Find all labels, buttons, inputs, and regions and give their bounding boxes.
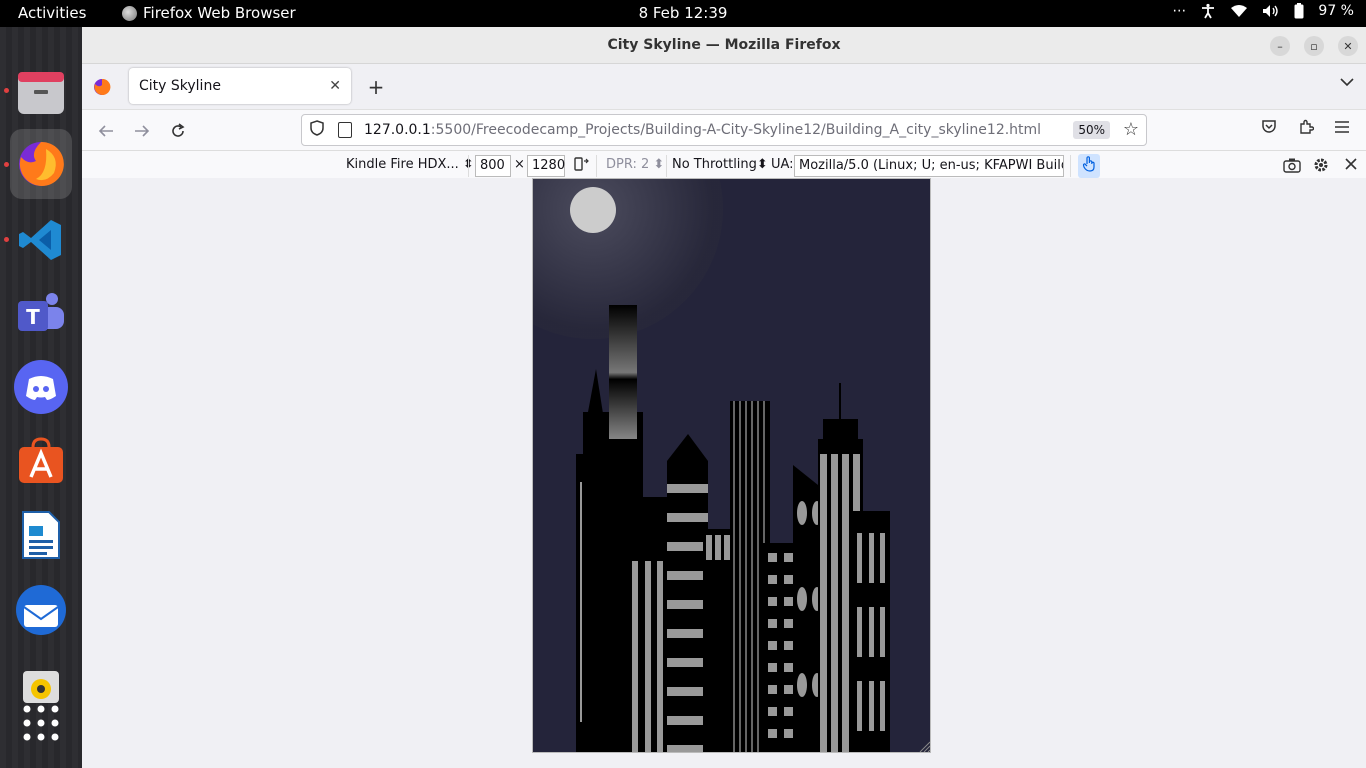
firefox-window: City Skyline — Mozilla Firefox – ▫ ✕ Cit… (82, 27, 1366, 768)
discord-icon[interactable] (13, 359, 69, 415)
tab-bar: City Skyline ✕ + (82, 64, 1366, 110)
throttling-selector[interactable]: No Throttling⬍ (672, 157, 768, 172)
menu-icon[interactable] (1334, 119, 1350, 138)
url-path: :5500/Freecodecamp_Projects/Building-A-C… (430, 122, 1042, 138)
divider (468, 155, 469, 177)
small-building-windows (706, 535, 730, 560)
pocket-icon[interactable] (1261, 119, 1277, 139)
device-label: Kindle Fire HDX... (346, 157, 459, 172)
viewport-width-input[interactable]: 800 (475, 155, 511, 177)
running-indicator (4, 162, 9, 167)
maximize-button[interactable]: ▫ (1304, 36, 1324, 56)
volume-icon[interactable] (1262, 4, 1280, 18)
dock: T (0, 27, 82, 768)
dimension-separator: × (514, 157, 525, 172)
settings-gear-icon[interactable] (1312, 156, 1330, 178)
close-window-button[interactable]: ✕ (1338, 36, 1358, 56)
device-viewport[interactable] (532, 178, 931, 753)
page-info-icon[interactable] (338, 122, 352, 138)
url-bar[interactable]: 127.0.0.1 :5500/Freecodecamp_Projects/Bu… (301, 114, 1147, 146)
show-apps-icon[interactable] (13, 695, 69, 751)
list-all-tabs-button[interactable] (1340, 75, 1354, 91)
wifi-icon[interactable] (1230, 4, 1248, 18)
bookmark-star-icon[interactable]: ☆ (1123, 119, 1139, 140)
dpr-label: DPR: 2 (606, 157, 650, 172)
touch-simulation-icon[interactable] (1078, 154, 1100, 178)
window-title: City Skyline — Mozilla Firefox (607, 37, 841, 53)
tracking-protection-icon[interactable] (310, 120, 326, 140)
new-tab-button[interactable]: + (362, 73, 390, 101)
responsive-design-toolbar: Kindle Fire HDX... ⬍ 800 × 1280 DPR: 2 ⬍… (82, 151, 1366, 181)
top-bar: Activities Firefox Web Browser 8 Feb 12:… (0, 0, 1366, 27)
extensions-icon[interactable] (1298, 119, 1315, 139)
app-center-icon[interactable] (13, 433, 69, 489)
vscode-icon[interactable] (13, 212, 69, 268)
firefox-view-icon[interactable] (93, 78, 111, 100)
device-selector[interactable]: Kindle Fire HDX... ⬍ (346, 157, 474, 172)
antenna (839, 383, 841, 423)
far-right-windows (857, 533, 885, 731)
striped-building-windows (632, 561, 663, 752)
url-host: 127.0.0.1 (364, 122, 431, 138)
tab-city-skyline[interactable]: City Skyline ✕ (129, 68, 351, 104)
nav-bar: 127.0.0.1 :5500/Freecodecamp_Projects/Bu… (82, 110, 1366, 151)
ua-label: UA: (771, 157, 794, 172)
zoom-indicator[interactable]: 50% (1073, 121, 1110, 139)
moon (570, 187, 616, 233)
viewport-height-input[interactable]: 1280 (527, 155, 565, 177)
running-indicator (4, 88, 9, 93)
rotate-viewport-icon[interactable] (573, 156, 589, 176)
divider (666, 155, 667, 177)
minimize-button[interactable]: – (1270, 36, 1290, 56)
svg-text:T: T (26, 305, 40, 329)
close-rdm-icon[interactable] (1343, 156, 1359, 176)
screenshot-icon[interactable] (1283, 157, 1301, 177)
firefox-icon[interactable] (10, 129, 72, 199)
divider (596, 155, 597, 177)
firefox-mini-icon (122, 5, 137, 21)
responsive-viewport-area (82, 178, 1366, 768)
title-bar[interactable]: City Skyline — Mozilla Firefox – ▫ ✕ (82, 27, 1366, 64)
throttling-label: No Throttling (672, 157, 757, 172)
running-indicator (4, 237, 9, 242)
app-menu[interactable]: Firefox Web Browser (122, 4, 296, 22)
system-tray[interactable]: ⋯ 97 % (1172, 3, 1354, 19)
user-agent-input[interactable]: Mozilla/5.0 (Linux; U; en-us; KFAPWI Bui… (794, 155, 1064, 177)
dpr-selector[interactable]: DPR: 2 ⬍ (606, 157, 664, 172)
thunderbird-icon[interactable] (13, 582, 69, 638)
teams-icon[interactable]: T (13, 286, 69, 342)
battery-icon[interactable] (1294, 3, 1304, 19)
divider (1070, 155, 1071, 177)
app-name: Firefox Web Browser (143, 4, 296, 22)
gradient-tower (609, 305, 637, 440)
writer-icon[interactable] (13, 507, 69, 563)
battery-percent: 97 % (1318, 3, 1354, 19)
accessibility-icon[interactable] (1200, 3, 1216, 19)
back-button[interactable] (94, 119, 118, 143)
forward-button[interactable] (130, 119, 154, 143)
files-icon[interactable] (13, 64, 69, 120)
tab-title: City Skyline (139, 78, 221, 94)
activities-button[interactable]: Activities (18, 4, 86, 22)
city-skyline-scene (533, 179, 930, 752)
more-icon[interactable]: ⋯ (1172, 3, 1186, 19)
close-tab-icon[interactable]: ✕ (329, 78, 341, 94)
reload-button[interactable] (166, 119, 190, 143)
